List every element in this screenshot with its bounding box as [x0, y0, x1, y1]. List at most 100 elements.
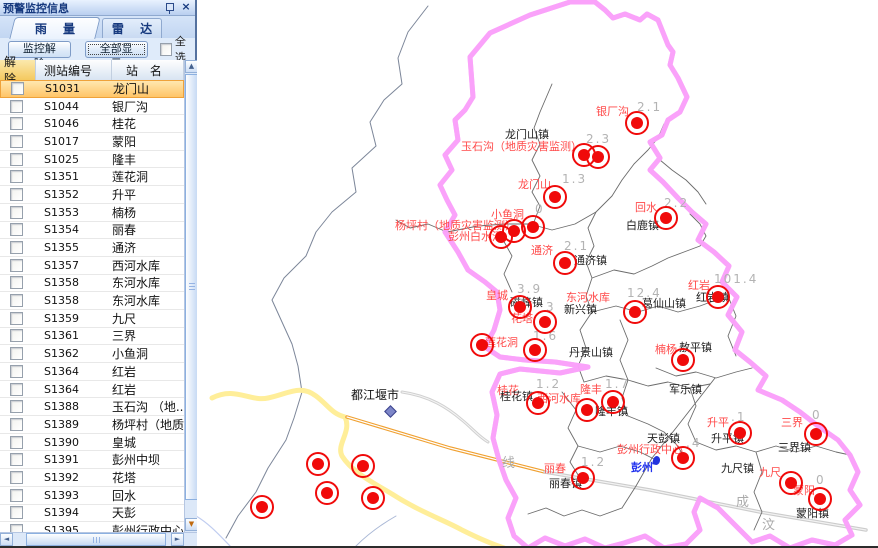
table-row[interactable]: S1359九尺: [0, 310, 184, 328]
station-id: S1044: [36, 100, 112, 113]
release-checkbox[interactable]: [10, 489, 23, 502]
station-marker[interactable]: [654, 206, 678, 230]
station-marker[interactable]: [351, 454, 375, 478]
table-row[interactable]: S1357西河水库: [0, 257, 184, 275]
release-checkbox[interactable]: [10, 170, 23, 183]
station-marker[interactable]: [671, 446, 695, 470]
release-checkbox[interactable]: [11, 82, 24, 95]
map-label-num: 0: [816, 473, 826, 487]
table-row[interactable]: S1358东河水库: [0, 275, 184, 293]
release-checkbox[interactable]: [10, 188, 23, 201]
station-marker[interactable]: [728, 421, 752, 445]
table-row[interactable]: S1392花塔: [0, 469, 184, 487]
release-checkbox[interactable]: [10, 400, 23, 413]
vertical-scrollbar[interactable]: ▲ ▼: [184, 60, 198, 532]
station-marker[interactable]: [808, 487, 832, 511]
station-name: 红岩: [112, 381, 184, 398]
release-checkbox[interactable]: [10, 329, 23, 342]
release-checkbox[interactable]: [10, 436, 23, 449]
scroll-left-icon[interactable]: ◄: [0, 533, 13, 546]
table-row[interactable]: S1025隆丰: [0, 151, 184, 169]
table-row[interactable]: S1358东河水库: [0, 292, 184, 310]
show-all-button[interactable]: 全部显示: [85, 41, 148, 58]
table-row[interactable]: S1391彭州中坝: [0, 451, 184, 469]
station-marker[interactable]: [625, 111, 649, 135]
station-marker[interactable]: [804, 422, 828, 446]
table-row[interactable]: S1395彭州行政中心: [0, 522, 184, 532]
table-header: 解 除 测站编号 站 名: [0, 60, 184, 81]
station-marker[interactable]: [671, 348, 695, 372]
release-checkbox[interactable]: [10, 276, 23, 289]
release-checkbox[interactable]: [10, 312, 23, 325]
table-row[interactable]: S1354丽春: [0, 222, 184, 240]
release-checkbox[interactable]: [10, 524, 23, 532]
table-row[interactable]: S1388玉石沟 （地..: [0, 398, 184, 416]
close-icon[interactable]: ×: [180, 2, 192, 14]
pin-icon[interactable]: [165, 3, 174, 13]
table-row[interactable]: S1353楠杨: [0, 204, 184, 222]
release-checkbox[interactable]: [10, 100, 23, 113]
station-marker[interactable]: [533, 310, 557, 334]
release-checkbox[interactable]: [10, 471, 23, 484]
station-marker[interactable]: [523, 338, 547, 362]
header-release[interactable]: 解 除: [0, 60, 36, 80]
table-row[interactable]: S1364红岩: [0, 363, 184, 381]
station-marker[interactable]: [250, 495, 274, 519]
station-marker[interactable]: [526, 391, 550, 415]
station-marker[interactable]: [571, 466, 595, 490]
station-id: S1395: [36, 524, 112, 532]
station-marker[interactable]: [361, 486, 385, 510]
scroll-right-icon[interactable]: ►: [171, 533, 184, 546]
release-checkbox[interactable]: [10, 383, 23, 396]
station-marker[interactable]: [779, 471, 803, 495]
station-marker[interactable]: [489, 225, 513, 249]
release-checkbox[interactable]: [10, 259, 23, 272]
release-checkbox[interactable]: [10, 453, 23, 466]
tab-rainfall[interactable]: 雨 量: [9, 17, 100, 39]
station-marker[interactable]: [553, 251, 577, 275]
horizontal-scroll-thumb[interactable]: [26, 533, 166, 546]
release-checkbox[interactable]: [10, 294, 23, 307]
tab-radar[interactable]: 雷 达: [102, 18, 162, 38]
panel-titlebar[interactable]: 预警监控信息 ×: [0, 0, 195, 16]
table-row[interactable]: S1394天彭: [0, 505, 184, 523]
table-row[interactable]: S1352升平: [0, 186, 184, 204]
table-row[interactable]: S1044银厂沟: [0, 98, 184, 116]
table-row[interactable]: S1017蒙阳: [0, 133, 184, 151]
table-row[interactable]: S1364红岩: [0, 381, 184, 399]
station-marker[interactable]: [601, 390, 625, 414]
table-row[interactable]: S1031龙门山: [0, 80, 184, 98]
release-checkbox[interactable]: [10, 241, 23, 254]
header-station-name[interactable]: 站 名: [112, 60, 184, 80]
station-marker[interactable]: [315, 481, 339, 505]
station-marker[interactable]: [543, 185, 567, 209]
horizontal-scrollbar[interactable]: ◄ ►: [0, 532, 197, 547]
release-checkbox[interactable]: [10, 418, 23, 431]
release-checkbox[interactable]: [10, 206, 23, 219]
release-checkbox[interactable]: [10, 223, 23, 236]
station-marker[interactable]: [623, 300, 647, 324]
table-row[interactable]: S1393回水: [0, 487, 184, 505]
station-marker[interactable]: [586, 145, 610, 169]
table-row[interactable]: S1362小鱼洞: [0, 345, 184, 363]
release-checkbox[interactable]: [10, 135, 23, 148]
release-checkbox[interactable]: [10, 365, 23, 378]
select-all-checkbox[interactable]: [160, 43, 172, 56]
release-checkbox[interactable]: [10, 506, 23, 519]
station-marker[interactable]: [306, 452, 330, 476]
table-row[interactable]: S1390皇城: [0, 434, 184, 452]
station-marker[interactable]: [508, 295, 532, 319]
station-marker[interactable]: [470, 333, 494, 357]
table-row[interactable]: S1389杨坪村（地质..: [0, 416, 184, 434]
header-station-id[interactable]: 测站编号: [36, 60, 112, 80]
table-row[interactable]: S1355通济: [0, 239, 184, 257]
station-marker[interactable]: [575, 398, 599, 422]
table-row[interactable]: S1361三界: [0, 328, 184, 346]
station-marker[interactable]: [706, 285, 730, 309]
release-checkbox[interactable]: [10, 117, 23, 130]
table-row[interactable]: S1351莲花洞: [0, 168, 184, 186]
release-checkbox[interactable]: [10, 153, 23, 166]
release-checkbox[interactable]: [10, 347, 23, 360]
table-row[interactable]: S1046桂花: [0, 115, 184, 133]
map-canvas[interactable]: 银厂沟玉石沟（地质灾害监测）龙门山小鱼洞杨坪村（地质灾害监测）彭州白水河通济回水…: [197, 0, 878, 546]
